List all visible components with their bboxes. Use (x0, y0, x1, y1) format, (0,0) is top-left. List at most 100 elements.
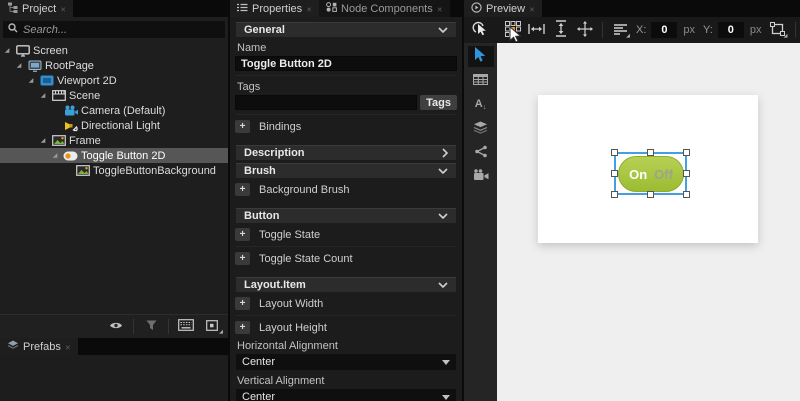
scene-icon (51, 90, 66, 101)
project-tree: Screen RootPage Viewport 2D (0, 41, 228, 178)
selection-handle-sw[interactable] (611, 191, 618, 198)
x-coordinate-input[interactable] (651, 22, 678, 38)
tags-row: Tags (235, 95, 457, 110)
tree-item-frame[interactable]: Frame (0, 133, 228, 148)
tree-item-camera[interactable]: Camera (Default) (0, 103, 228, 118)
layout-width-expander[interactable]: Layout Width (235, 296, 457, 311)
tree-item-label: RootPage (45, 59, 94, 72)
panel-options-icon (206, 319, 218, 334)
select-tool-button[interactable] (467, 46, 494, 67)
expander-icon[interactable] (50, 152, 60, 159)
selection-handle-w[interactable] (611, 170, 618, 177)
section-label: Description (244, 147, 305, 159)
section-header-general[interactable]: General (236, 22, 456, 37)
plus-icon[interactable] (235, 120, 250, 133)
plus-icon[interactable] (235, 183, 250, 196)
tags-button[interactable]: Tags (420, 95, 457, 110)
bindings-expander[interactable]: Bindings (235, 119, 457, 134)
name-field[interactable] (235, 56, 457, 71)
y-coordinate-input[interactable] (717, 22, 744, 38)
selection-box[interactable] (611, 149, 690, 198)
plus-icon[interactable] (235, 321, 250, 334)
selection-handle-ne[interactable] (683, 149, 690, 156)
layers-button[interactable] (468, 118, 494, 139)
toggle-state-expander[interactable]: Toggle State (235, 227, 457, 242)
selection-handle-se[interactable] (683, 191, 690, 198)
horizontal-alignment-select[interactable]: Center (236, 354, 456, 370)
tree-item-rootpage[interactable]: RootPage (0, 58, 228, 73)
interact-mode-button[interactable] (469, 20, 490, 40)
tree-item-scene[interactable]: Scene (0, 88, 228, 103)
camera-tool-button[interactable] (468, 166, 494, 187)
plus-icon[interactable] (235, 252, 250, 265)
chevron-down-icon (438, 282, 448, 288)
close-icon[interactable] (306, 3, 312, 15)
tree-item-togglebuttonbackground[interactable]: ToggleButtonBackground (0, 163, 228, 178)
close-icon[interactable] (529, 3, 535, 15)
transform-options-button[interactable] (767, 20, 788, 40)
image-icon (51, 135, 66, 146)
close-icon[interactable] (437, 3, 443, 15)
section-header-layout-item[interactable]: Layout.Item (236, 277, 456, 292)
camera-icon (63, 105, 78, 116)
section-header-button[interactable]: Button (236, 208, 456, 223)
background-brush-expander[interactable]: Background Brush (235, 182, 457, 197)
tab-properties[interactable]: Properties (230, 0, 320, 17)
preview-play-icon (471, 1, 482, 16)
tree-item-toggle-button-2d[interactable]: Toggle Button 2D (0, 148, 228, 163)
mouse-cursor (509, 25, 522, 47)
vertical-alignment-select[interactable]: Center (236, 389, 456, 401)
fit-width-button[interactable] (526, 20, 547, 40)
selection-handle-s[interactable] (647, 191, 654, 198)
tab-project[interactable]: Project (0, 0, 74, 17)
tab-preview[interactable]: Preview (464, 0, 542, 17)
expander-icon[interactable] (38, 137, 48, 144)
divider (236, 114, 456, 115)
text-sort-icon: A↓ (474, 98, 487, 111)
alignment-tools-button[interactable] (610, 20, 631, 40)
horizontal-alignment-label: Horizontal Alignment (237, 340, 338, 352)
tags-field[interactable] (235, 95, 418, 110)
properties-body: General Name Tags Tags Bindings Descript… (230, 17, 462, 401)
shortcut-keys-button[interactable] (174, 317, 198, 336)
tab-prefabs[interactable]: Prefabs (0, 338, 78, 355)
tab-properties-label: Properties (252, 2, 303, 15)
tree-item-viewport-2d[interactable]: Viewport 2D (0, 73, 228, 88)
text-tool-button[interactable]: A↓ (468, 94, 494, 115)
chevron-down-icon (438, 27, 448, 33)
expander-icon[interactable] (26, 77, 36, 84)
tree-item-screen[interactable]: Screen (0, 43, 228, 58)
grid-view-button[interactable] (468, 70, 494, 91)
filter-button[interactable] (139, 317, 163, 336)
selection-handle-nw[interactable] (611, 149, 618, 156)
preview-canvas[interactable]: On Off (497, 43, 800, 401)
visibility-toggle-button[interactable] (104, 317, 128, 336)
plus-icon[interactable] (235, 228, 250, 241)
selection-handle-n[interactable] (647, 149, 654, 156)
search-input[interactable] (23, 23, 220, 36)
tree-item-directional-light[interactable]: Directional Light (0, 118, 228, 133)
close-icon[interactable] (65, 341, 71, 353)
chevron-down-icon (438, 213, 448, 219)
fit-height-icon (555, 20, 567, 40)
close-icon[interactable] (60, 3, 66, 15)
state-tools-button[interactable] (468, 142, 494, 163)
section-header-description[interactable]: Description (236, 145, 456, 160)
fit-height-button[interactable] (550, 20, 571, 40)
project-search[interactable] (3, 21, 225, 38)
preview-screen[interactable]: On Off (538, 95, 758, 243)
expander-icon[interactable] (38, 92, 48, 99)
expander-icon[interactable] (14, 62, 24, 69)
plus-icon[interactable] (235, 297, 250, 310)
layout-height-expander[interactable]: Layout Height (235, 320, 457, 335)
tab-node-components[interactable]: Node Components (319, 0, 450, 17)
fit-screen-icon (576, 20, 593, 40)
section-header-brush[interactable]: Brush (236, 163, 456, 178)
panel-options-button[interactable] (200, 317, 224, 336)
eye-icon (109, 321, 123, 333)
divider (236, 246, 456, 247)
selection-handle-e[interactable] (683, 170, 690, 177)
toggle-state-count-expander[interactable]: Toggle State Count (235, 251, 457, 266)
expander-icon[interactable] (2, 47, 12, 54)
fit-screen-button[interactable] (574, 20, 595, 40)
